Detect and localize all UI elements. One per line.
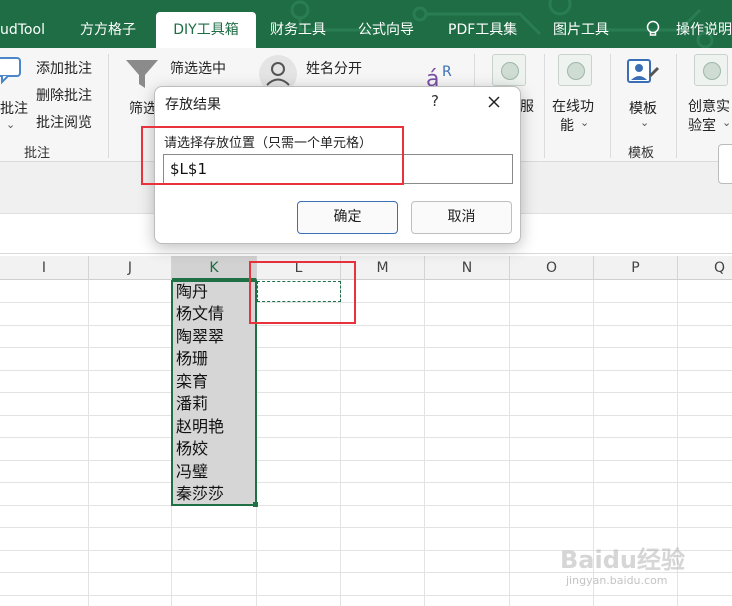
filter-selected-button[interactable]: 筛选选中 xyxy=(170,58,226,78)
watermark-logo-text: Baidu经验 xyxy=(560,546,685,574)
grid-line xyxy=(0,505,732,506)
column-header-q[interactable]: Q xyxy=(678,256,732,280)
help-icon[interactable]: ? xyxy=(431,92,439,110)
comment-icon[interactable] xyxy=(0,56,24,84)
grid-line xyxy=(88,280,89,606)
cell-k10[interactable]: 秦莎莎 xyxy=(176,483,224,505)
creative-lab-icon[interactable] xyxy=(694,54,728,86)
tab-fangfang[interactable]: 方方格子 xyxy=(80,12,136,48)
cell-k7[interactable]: 赵明艳 xyxy=(176,416,224,438)
chevron-down-icon[interactable]: ⌄ xyxy=(640,116,649,129)
grid-line xyxy=(0,392,732,393)
grid-line xyxy=(0,325,732,326)
chevron-down-icon[interactable]: ⌄ xyxy=(580,116,589,129)
tab-image-tools[interactable]: 图片工具 xyxy=(553,12,609,48)
ribbon-separator xyxy=(108,54,109,158)
grid-line xyxy=(340,280,341,606)
baidu-jingyan-watermark: Baidu经验 jingyan.baidu.com xyxy=(560,540,720,600)
fill-handle[interactable] xyxy=(253,502,258,507)
red-highlight-box-column-l xyxy=(249,261,356,324)
tab-diy-toolbox[interactable]: DIY工具箱 xyxy=(156,12,256,48)
grid-line xyxy=(0,437,732,438)
tab-cloudtool[interactable]: udTool xyxy=(0,12,45,48)
delete-comment-button[interactable]: 删除批注 xyxy=(36,85,92,105)
lightbulb-icon[interactable] xyxy=(646,20,660,40)
cell-k8[interactable]: 杨姣 xyxy=(176,438,208,460)
creative-lab-label-2[interactable]: 验室 xyxy=(688,115,716,135)
comment-group-label: 批注 xyxy=(24,146,51,161)
cell-k9[interactable]: 冯璧 xyxy=(176,461,208,483)
grid-line xyxy=(0,415,732,416)
svg-text:R: R xyxy=(442,64,452,80)
column-header-p[interactable]: P xyxy=(594,256,678,280)
grid-line xyxy=(0,527,732,528)
tab-formula-wizard[interactable]: 公式向导 xyxy=(358,12,414,48)
close-icon[interactable] xyxy=(481,89,507,115)
cell-k6[interactable]: 潘莉 xyxy=(176,393,208,415)
filter-button-label[interactable]: 筛选 xyxy=(129,98,157,118)
ribbon-separator xyxy=(610,54,611,158)
dialog-title: 存放结果 xyxy=(165,97,221,113)
red-highlight-box-prompt xyxy=(141,126,404,185)
creative-lab-label[interactable]: 创意实 xyxy=(688,96,730,116)
chevron-down-icon[interactable]: ⌄ xyxy=(722,116,731,129)
grid-line xyxy=(0,302,732,303)
ribbon-tab-bar: udTool 方方格子 DIY工具箱 财务工具 公式向导 PDF工具集 图片工具… xyxy=(0,0,732,48)
comment-button-label[interactable]: 批注 xyxy=(0,98,28,118)
template-icon[interactable] xyxy=(626,56,660,90)
cell-k5[interactable]: 栾育 xyxy=(176,371,208,393)
template-group-label: 模板 xyxy=(628,146,655,161)
online-function-label-2[interactable]: 能 xyxy=(560,115,574,135)
tab-pdf-tools[interactable]: PDF工具集 xyxy=(448,12,517,48)
grid-line xyxy=(0,460,732,461)
column-header-k[interactable]: K xyxy=(172,256,257,280)
cancel-button[interactable]: 取消 xyxy=(411,201,512,234)
column-header-n[interactable]: N xyxy=(425,256,510,280)
cell-k3[interactable]: 陶翠翠 xyxy=(176,326,224,348)
grid-line xyxy=(0,482,732,483)
cell-k4[interactable]: 杨珊 xyxy=(176,348,208,370)
column-header-i[interactable]: I xyxy=(0,256,89,280)
tab-instructions[interactable]: 操作说明 xyxy=(676,12,732,48)
watermark-url: jingyan.baidu.com xyxy=(566,574,668,587)
column-header-j[interactable]: J xyxy=(89,256,172,280)
name-split-button[interactable]: 姓名分开 xyxy=(306,58,362,78)
online-function-icon[interactable] xyxy=(558,54,592,86)
ok-button[interactable]: 确定 xyxy=(297,201,398,234)
service-button-label[interactable]: 服 xyxy=(520,96,534,116)
ribbon-separator xyxy=(544,54,545,158)
grid-line xyxy=(424,280,425,606)
template-button-label[interactable]: 模板 xyxy=(629,98,657,118)
grid-line xyxy=(0,370,732,371)
cell-k2[interactable]: 杨文倩 xyxy=(176,303,224,325)
grid-line xyxy=(0,347,732,348)
cell-k1[interactable]: 陶丹 xyxy=(176,281,208,303)
column-header-row: I J K L M N O P Q xyxy=(0,256,732,280)
service-button-icon[interactable] xyxy=(492,54,526,86)
review-comments-button[interactable]: 批注阅览 xyxy=(36,112,92,132)
tab-finance[interactable]: 财务工具 xyxy=(270,12,326,48)
chevron-down-icon[interactable]: ⌄ xyxy=(6,118,15,131)
add-comment-button[interactable]: 添加批注 xyxy=(36,58,92,78)
funnel-icon[interactable] xyxy=(124,58,160,92)
column-header-o[interactable]: O xyxy=(510,256,594,280)
grid-line xyxy=(509,280,510,606)
ribbon-separator xyxy=(676,54,677,158)
online-function-label[interactable]: 在线功 xyxy=(552,96,594,116)
ribbon-collapse-handle[interactable] xyxy=(718,144,732,184)
